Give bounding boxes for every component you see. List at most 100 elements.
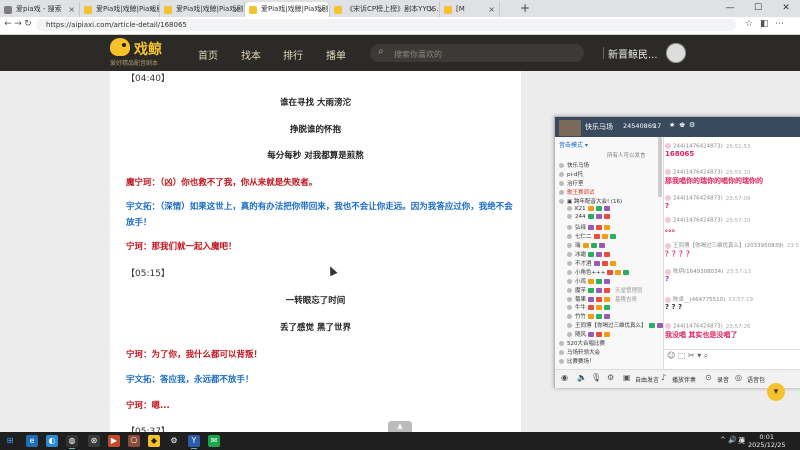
- app-icon-4[interactable]: ⎔: [128, 435, 140, 447]
- tab-close-icon[interactable]: ×: [68, 2, 75, 17]
- nav-home[interactable]: 首页: [198, 47, 218, 62]
- new-tab-button[interactable]: +: [520, 1, 530, 15]
- channel-tree-item[interactable]: 魔芋 天堂管理层: [567, 286, 643, 294]
- voice-pack-label[interactable]: 语音包: [747, 375, 765, 384]
- nav-playlist[interactable]: 播单: [326, 47, 346, 62]
- settings-icon[interactable]: ⚙: [689, 121, 695, 129]
- sender-name[interactable]: 244(1476424873): [673, 324, 723, 330]
- browser-tab[interactable]: 爱Pia戏|戏鲸|Pia戏剧本网,广播剧...×: [80, 2, 160, 17]
- sender-name[interactable]: 244(1476424873): [673, 144, 723, 150]
- steam-icon[interactable]: ⚙: [168, 435, 180, 447]
- channel-tree-item[interactable]: 不才酒: [567, 259, 616, 267]
- sender-avatar-icon[interactable]: [665, 323, 671, 329]
- channel-tree-item[interactable]: ▣ 跨年配音大会! (16): [559, 197, 622, 205]
- channel-tree-item[interactable]: 244: [567, 214, 610, 220]
- channel-tree-item[interactable]: 七仁二: [567, 232, 616, 240]
- channel-tree-item[interactable]: 竹竹: [567, 312, 611, 320]
- whale-logo-icon[interactable]: [110, 38, 130, 56]
- sender-avatar-icon[interactable]: [665, 217, 671, 223]
- mic-settings-icon[interactable]: ⚙: [607, 373, 614, 382]
- url-field[interactable]: https://aipiaxi.com/article-detail/16806…: [36, 19, 736, 31]
- search-input[interactable]: [392, 44, 581, 64]
- channel-tree-item[interactable]: 菊果 基隆吉哥: [567, 295, 637, 303]
- mode-selector[interactable]: 音击模式 ▾: [559, 140, 588, 149]
- channel-tree-item[interactable]: 弘绎: [567, 223, 611, 231]
- channel-tree-item[interactable]: 520大合唱比赛: [559, 339, 605, 347]
- app-icon-3[interactable]: ▶: [108, 435, 120, 447]
- browser-icon[interactable]: ◐: [46, 435, 58, 447]
- star-icon[interactable]: ☆: [745, 19, 753, 29]
- xijing-app-icon[interactable]: ◆: [148, 435, 160, 447]
- sender-name[interactable]: 244(1476424873): [673, 170, 723, 176]
- minimize-button[interactable]: —: [716, 0, 744, 17]
- channel-tree-item[interactable]: 歌王赛调试: [559, 188, 595, 196]
- mic-mode-label[interactable]: 自由发言: [635, 375, 659, 384]
- channel-tree-item[interactable]: 随风: [567, 330, 611, 338]
- channel-tree-item[interactable]: 快乐马场: [559, 161, 589, 169]
- sender-avatar-icon[interactable]: [665, 169, 671, 175]
- voice-pack-icon[interactable]: ◎: [735, 373, 742, 382]
- channel-tree-item[interactable]: 牛牛: [567, 303, 611, 311]
- tab-close-icon[interactable]: ×: [148, 2, 155, 17]
- sender-name[interactable]: 244(1476424873): [673, 196, 723, 202]
- sender-avatar-icon[interactable]: [665, 143, 671, 149]
- search-icon[interactable]: ⌕: [378, 46, 384, 57]
- channel-tree-item[interactable]: pi-d托: [559, 170, 583, 178]
- user-avatar-icon[interactable]: ◉: [561, 373, 568, 382]
- browser-tab[interactable]: [M ×: [440, 2, 500, 17]
- channel-tree-item[interactable]: 冰霜: [567, 250, 611, 258]
- channel-tree-item[interactable]: 小角色+++: [567, 268, 630, 276]
- star-icon[interactable]: ★: [669, 121, 675, 129]
- channel-tree-scrollbar[interactable]: [658, 137, 662, 197]
- mic-icon[interactable]: 🎙: [591, 373, 601, 382]
- sender-avatar-icon[interactable]: [665, 195, 671, 201]
- wechat-icon[interactable]: ✉: [208, 435, 220, 447]
- browser-tab[interactable]: 爱pia戏 - 搜索 ×: [0, 2, 80, 17]
- yy-app-icon[interactable]: Y: [188, 435, 200, 449]
- sender-avatar-icon[interactable]: [665, 296, 671, 303]
- sender-name[interactable]: 陈玥(1649308034): [673, 269, 723, 275]
- channel-tree-item[interactable]: 王同博【你喝过三维优真么】: [567, 321, 663, 329]
- start-button-icon[interactable]: ⊞: [4, 435, 16, 447]
- mic-mode-icon[interactable]: ▣: [623, 373, 631, 382]
- browser-tab[interactable]: 爱Pia戏|戏鲸|Pia戏剧本网,广播剧...×: [245, 2, 330, 17]
- tab-close-icon[interactable]: ×: [233, 2, 240, 17]
- username[interactable]: 新晋鲸民...: [608, 46, 658, 61]
- clock[interactable]: 0:01 2025/12/25: [748, 433, 785, 449]
- nav-ranking[interactable]: 排行: [283, 47, 303, 62]
- browser-tab[interactable]: 爱Pia戏|戏鲸|Pia戏剧本网,广播剧...×: [160, 2, 245, 17]
- edge-icon[interactable]: e: [26, 435, 38, 447]
- channel-tree-item[interactable]: 马场轩领大会: [559, 348, 600, 356]
- menu-icon[interactable]: ⋯: [775, 19, 784, 29]
- channel-tree-item[interactable]: 瑞: [567, 241, 605, 249]
- speaker-icon[interactable]: 🔈: [577, 373, 587, 382]
- browser-tab[interactable]: 《宋诉CP榜上榜》剧本YYOS... ×: [330, 2, 440, 17]
- record-label[interactable]: 录音: [717, 375, 729, 384]
- chat-toolbar[interactable]: ☺ ⬚ ✂ ▾ ⌕: [667, 351, 708, 361]
- app-icon-1[interactable]: ◍: [66, 435, 78, 449]
- nav-find-script[interactable]: 找本: [241, 47, 261, 62]
- close-window-button[interactable]: ✕: [772, 0, 800, 17]
- sender-avatar-icon[interactable]: [665, 242, 671, 249]
- channel-avatar[interactable]: [559, 120, 581, 136]
- tab-close-icon[interactable]: ×: [318, 2, 325, 17]
- accompaniment-label[interactable]: 播放伴奏: [672, 375, 696, 384]
- maximize-button[interactable]: ☐: [744, 0, 772, 17]
- record-icon[interactable]: ⊙: [705, 373, 712, 382]
- chevron-down-icon[interactable]: ▾: [767, 383, 785, 401]
- sender-avatar-icon[interactable]: [665, 268, 671, 275]
- channel-tree-item[interactable]: 比赛赛场！: [559, 357, 595, 365]
- ime-indicator[interactable]: 英: [738, 436, 745, 446]
- user-avatar[interactable]: [666, 43, 686, 63]
- extensions-icon[interactable]: ◧: [760, 19, 769, 29]
- sender-name[interactable]: 244(1476424873): [673, 218, 723, 224]
- app-icon-2[interactable]: ⊛: [88, 435, 100, 447]
- channel-tree-item[interactable]: K21: [567, 205, 610, 212]
- scroll-up-button[interactable]: ▲: [388, 421, 412, 432]
- channel-tree-item[interactable]: 治疗室: [559, 179, 584, 187]
- tab-close-icon[interactable]: ×: [428, 2, 435, 17]
- brand-name[interactable]: 戏鲸: [134, 39, 162, 59]
- channel-tree-item[interactable]: 小鸡: [567, 277, 611, 285]
- accompaniment-icon[interactable]: ♪: [661, 373, 666, 382]
- fans-icon[interactable]: ♚: [679, 121, 685, 129]
